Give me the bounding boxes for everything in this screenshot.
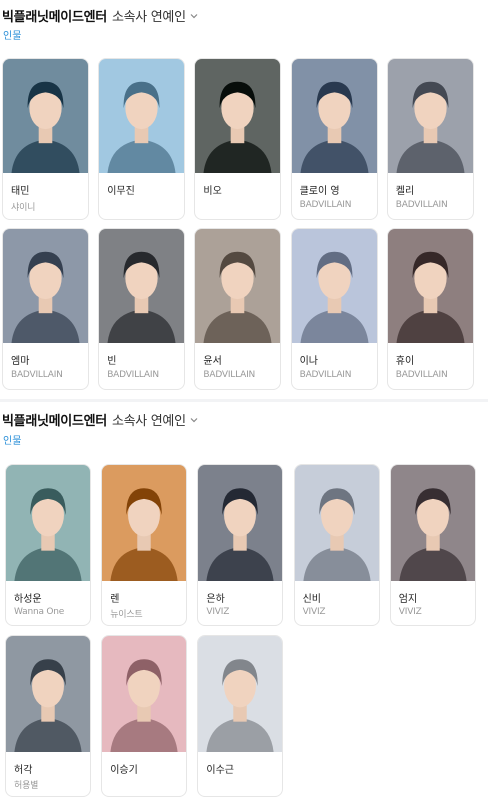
- category-label: 인물: [3, 436, 22, 447]
- relation-dropdown[interactable]: 소속사 연예인: [112, 410, 186, 429]
- section-header: 빅플래닛메이드엔터 소속사 연예인: [2, 6, 199, 25]
- person-affiliation: VIVIZ: [398, 607, 422, 617]
- person-name: 이나: [299, 356, 318, 367]
- person-card[interactable]: 허각허용별: [5, 635, 91, 797]
- person-affiliation: 샤이니: [11, 203, 36, 213]
- person-photo[interactable]: [6, 636, 90, 752]
- chevron-down-icon[interactable]: [189, 410, 199, 423]
- person-photo[interactable]: [198, 636, 283, 752]
- chevron-down-icon[interactable]: [189, 6, 199, 19]
- person-affiliation: Wanna One: [14, 607, 65, 617]
- person-photo[interactable]: [291, 229, 377, 343]
- person-name: 엄지: [398, 594, 418, 605]
- person-photo[interactable]: [387, 229, 473, 343]
- person-name: 켈리: [395, 186, 415, 197]
- celebrity-section-1: 빅플래닛메이드엔터 소속사 연예인 인물 태민 샤이니 이무진 비오 클로이 영 BADV…: [0, 0, 488, 400]
- person-affiliation: VIVIZ: [206, 607, 230, 617]
- person-name: 엠마: [11, 356, 30, 367]
- person-name: 이승기: [110, 765, 138, 776]
- person-photo[interactable]: [198, 465, 283, 581]
- person-name: 하성운: [14, 594, 42, 605]
- person-name: 비오: [203, 186, 222, 197]
- person-affiliation: BADVILLAIN: [107, 370, 159, 380]
- person-card[interactable]: 휴이 BADVILLAIN: [386, 228, 474, 390]
- person-name: 은하: [206, 594, 225, 605]
- person-card[interactable]: 하성운 Wanna One: [5, 464, 91, 626]
- person-card[interactable]: 켈리 BADVILLAIN: [386, 58, 474, 220]
- person-card[interactable]: 클로이 영 BADVILLAIN: [290, 58, 378, 220]
- person-card[interactable]: 엠마 BADVILLAIN: [2, 228, 89, 390]
- person-name: 윤서: [203, 356, 222, 367]
- person-card[interactable]: 은하 VIVIZ: [197, 464, 284, 626]
- person-photo[interactable]: [387, 59, 473, 173]
- person-affiliation: VIVIZ: [302, 607, 326, 617]
- person-photo[interactable]: [99, 59, 185, 173]
- person-card[interactable]: 이수근: [197, 635, 284, 797]
- person-affiliation: 허용별: [14, 781, 39, 791]
- person-photo[interactable]: [99, 229, 185, 343]
- person-affiliation: BADVILLAIN: [203, 370, 256, 380]
- person-photo[interactable]: [102, 636, 187, 752]
- person-photo[interactable]: [195, 229, 281, 343]
- person-affiliation: 뉴이스트: [110, 610, 143, 620]
- person-name: 빈: [107, 356, 117, 367]
- person-affiliation: BADVILLAIN: [395, 370, 448, 380]
- section-header: 빅플래닛메이드엔터 소속사 연예인: [2, 410, 199, 429]
- person-name: 태민: [11, 186, 30, 197]
- person-name: 이무진: [107, 186, 135, 197]
- person-photo[interactable]: [102, 465, 187, 581]
- company-name-link[interactable]: 빅플래닛메이드엔터: [2, 6, 107, 25]
- person-name: 렌: [110, 594, 120, 605]
- person-affiliation: BADVILLAIN: [395, 200, 448, 210]
- person-card[interactable]: 윤서 BADVILLAIN: [194, 228, 282, 390]
- company-name-link[interactable]: 빅플래닛메이드엔터: [2, 410, 107, 429]
- person-card[interactable]: 엄지 VIVIZ: [389, 464, 476, 626]
- person-photo[interactable]: [294, 465, 379, 581]
- person-photo[interactable]: [291, 59, 377, 173]
- person-affiliation: BADVILLAIN: [11, 370, 63, 380]
- person-card[interactable]: 비오: [194, 58, 282, 220]
- person-photo[interactable]: [3, 229, 88, 343]
- person-card[interactable]: 이나 BADVILLAIN: [290, 228, 378, 390]
- category-label: 인물: [3, 31, 22, 42]
- relation-dropdown[interactable]: 소속사 연예인: [112, 6, 186, 25]
- person-photo[interactable]: [6, 465, 90, 581]
- person-affiliation: BADVILLAIN: [299, 370, 352, 380]
- person-card[interactable]: 렌뉴이스트: [101, 464, 188, 626]
- person-name: 이수근: [206, 765, 234, 776]
- person-name: 신비: [302, 594, 321, 605]
- person-card[interactable]: 이승기: [101, 635, 188, 797]
- person-affiliation: BADVILLAIN: [299, 200, 352, 210]
- person-card[interactable]: 신비 VIVIZ: [293, 464, 380, 626]
- person-name: 휴이: [395, 356, 415, 367]
- person-card[interactable]: 태민샤이니: [2, 58, 89, 220]
- celebrity-section-2: 빅플래닛메이드엔터 소속사 연예인 인물 하성운 Wanna One 렌 뉴이스트 은하…: [0, 402, 488, 800]
- person-photo[interactable]: [195, 59, 281, 173]
- person-photo[interactable]: [3, 59, 88, 173]
- person-name: 클로이 영: [299, 186, 340, 197]
- person-photo[interactable]: [390, 465, 475, 581]
- person-card[interactable]: 이무진: [98, 58, 186, 220]
- person-card[interactable]: 빈 BADVILLAIN: [98, 228, 186, 390]
- person-name: 허각: [14, 765, 33, 776]
